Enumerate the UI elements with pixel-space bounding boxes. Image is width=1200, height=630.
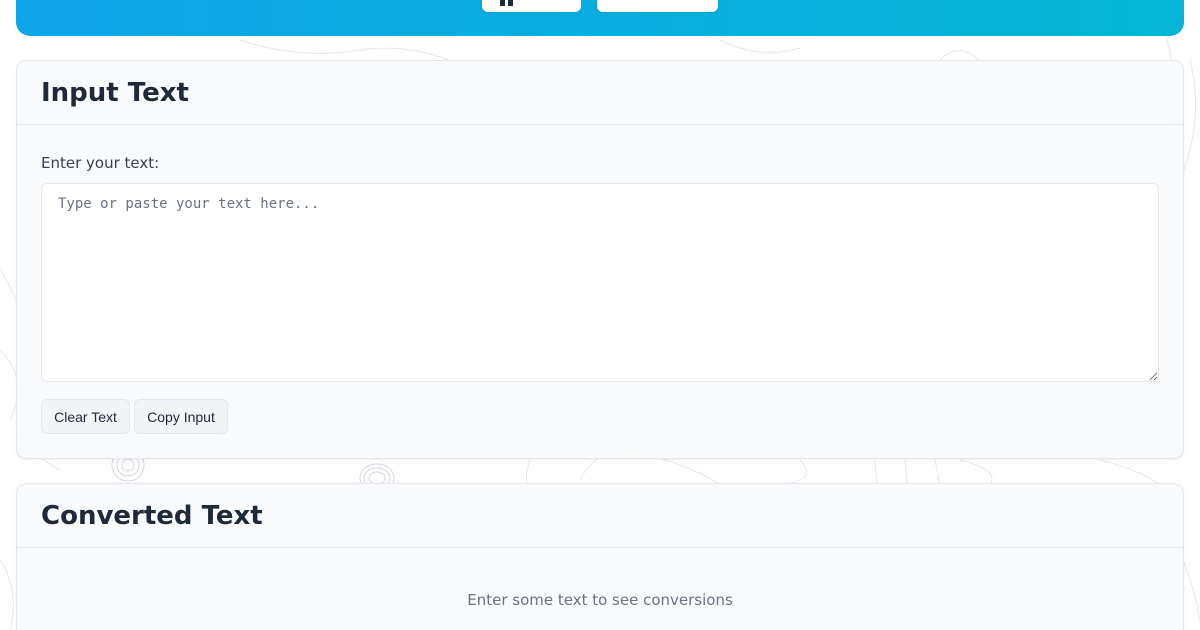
app-header: [16, 0, 1184, 36]
input-text-card: Input Text Enter your text: Clear Text C…: [16, 60, 1184, 459]
converted-text-card: Converted Text Enter some text to see co…: [16, 483, 1184, 630]
grid-icon: [500, 0, 514, 6]
output-section-title: Converted Text: [41, 501, 263, 531]
copy-input-button[interactable]: Copy Input: [134, 399, 228, 434]
header-nav-button[interactable]: [597, 0, 718, 12]
input-actions: Clear Text Copy Input: [41, 399, 228, 434]
text-input-label: Enter your text:: [41, 154, 160, 172]
text-input-area[interactable]: [41, 183, 1159, 382]
empty-state-message: Enter some text to see conversions: [467, 591, 733, 609]
clear-text-button[interactable]: Clear Text: [41, 399, 130, 434]
header-nav-button[interactable]: [482, 0, 581, 12]
card-header: Input Text: [17, 61, 1183, 125]
text-input-wrapper: [41, 183, 1159, 382]
input-section-title: Input Text: [41, 78, 189, 108]
card-header: Converted Text: [17, 484, 1183, 548]
